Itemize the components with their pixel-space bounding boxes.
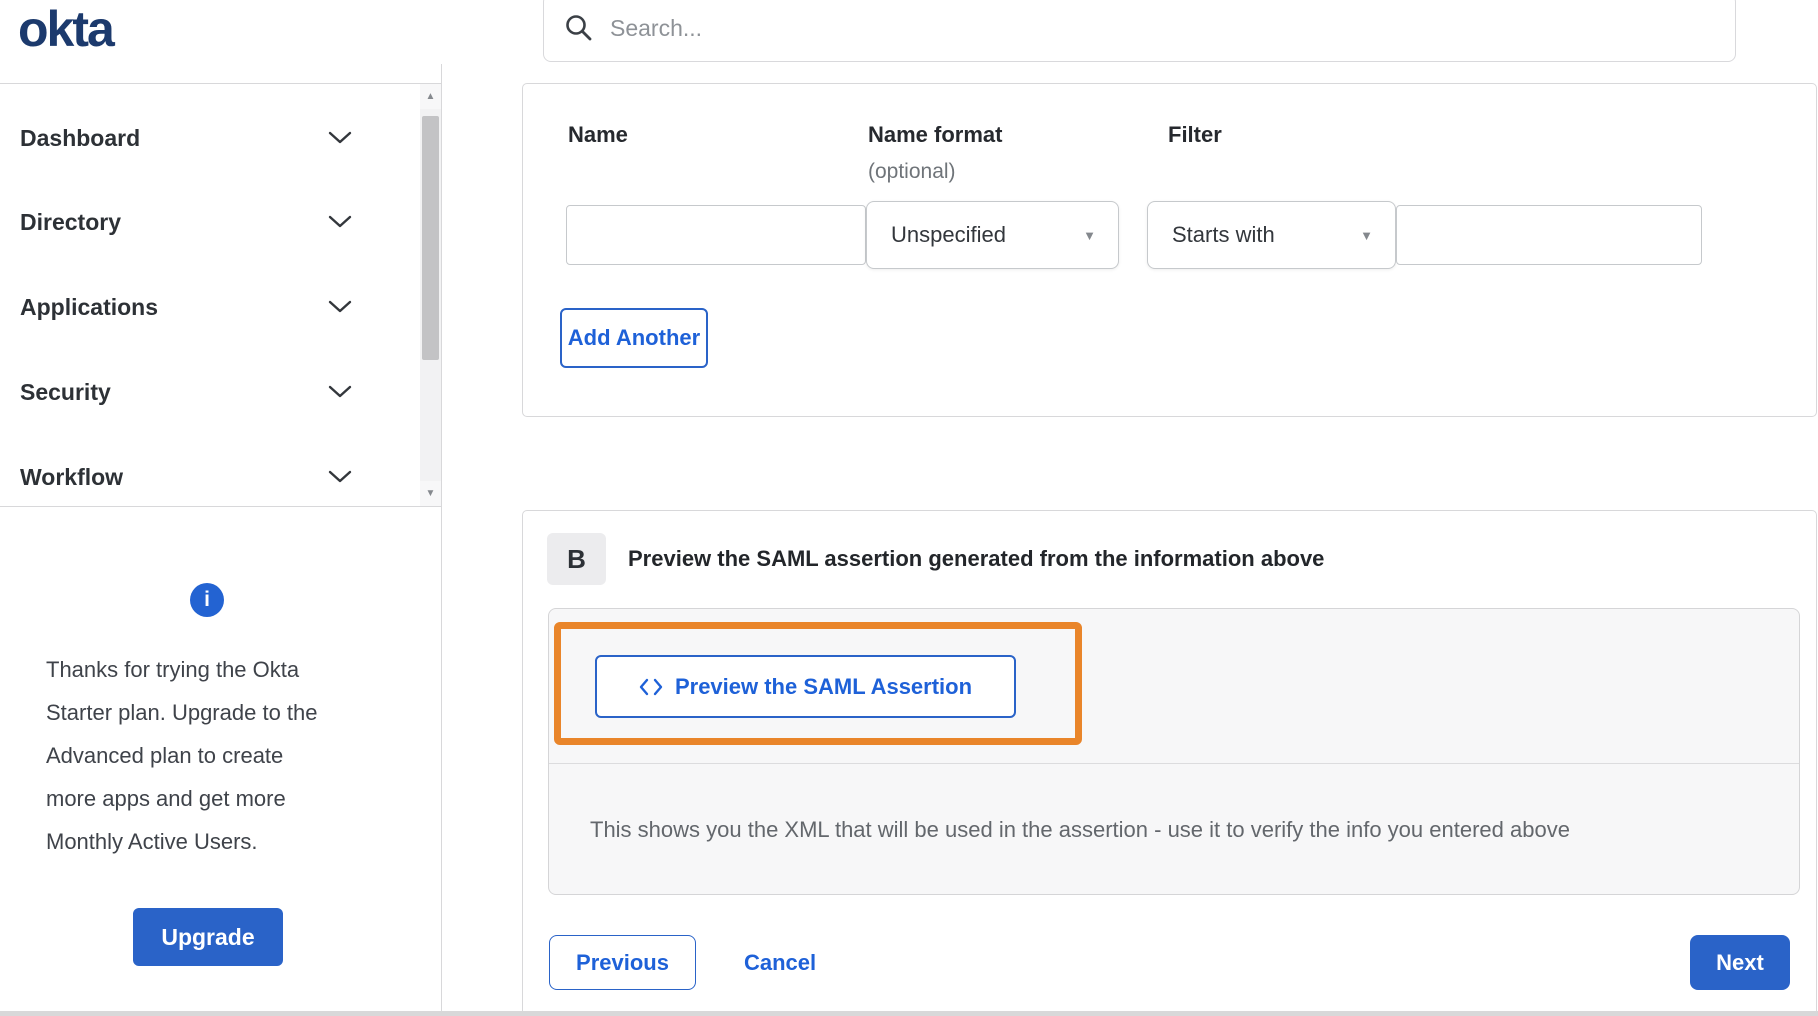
chevron-down-icon [328, 385, 352, 398]
name-format-select[interactable]: Unspecified ▼ [866, 201, 1119, 269]
bottom-scrollbar-strip [0, 1011, 1818, 1016]
dropdown-caret-icon: ▼ [1360, 227, 1373, 243]
chevron-down-icon [328, 131, 352, 144]
chevron-down-icon [328, 300, 352, 313]
sidebar-item-workflow[interactable]: Workflow [0, 452, 410, 502]
scroll-up-arrow[interactable]: ▲ [420, 84, 441, 109]
sidebar-item-directory[interactable]: Directory [0, 197, 410, 247]
sidebar-item-dashboard[interactable]: Dashboard [0, 113, 410, 163]
add-another-button[interactable]: Add Another [560, 308, 708, 368]
step-b-badge: B [547, 533, 606, 585]
menu-top-border [0, 83, 442, 84]
sidebar-item-label: Directory [20, 208, 121, 235]
upgrade-note: Thanks for trying the Okta Starter plan.… [46, 657, 318, 854]
filter-value-input[interactable] [1396, 205, 1702, 265]
chevron-down-icon [328, 470, 352, 483]
preview-panel-bottom: This shows you the XML that will be used… [549, 764, 1799, 895]
name-format-optional-label: (optional) [868, 160, 956, 183]
code-icon [639, 678, 663, 695]
sidebar-item-security[interactable]: Security [0, 367, 410, 417]
chevron-down-icon [328, 215, 352, 228]
next-button[interactable]: Next [1690, 935, 1790, 990]
name-format-selected-value: Unspecified [891, 222, 1006, 247]
name-column-label: Name [568, 122, 628, 147]
info-icon: i [190, 583, 224, 617]
section-b-header: B Preview the SAML assertion generated f… [547, 533, 1324, 585]
filter-column-label: Filter [1168, 122, 1222, 147]
cancel-button[interactable]: Cancel [744, 935, 816, 990]
sidebar-item-label: Dashboard [20, 124, 141, 151]
okta-logo: okta [18, 1, 115, 57]
okta-admin-console: okta Dashboard Directory Applications Se… [0, 0, 1818, 1016]
upgrade-button[interactable]: Upgrade [133, 908, 283, 966]
search-icon [566, 15, 592, 41]
preview-description: This shows you the XML that will be used… [590, 816, 1570, 842]
scroll-down-arrow[interactable]: ▼ [420, 481, 441, 506]
menu-bottom-border [0, 506, 442, 507]
sidebar-scrollbar-thumb[interactable] [422, 116, 439, 360]
attribute-name-input[interactable] [566, 205, 866, 265]
sidebar-divider [441, 64, 442, 1011]
preview-saml-button-label: Preview the SAML Assertion [674, 673, 973, 699]
sidebar-item-label: Applications [20, 293, 159, 320]
preview-panel-top: Preview the SAML Assertion [549, 609, 1799, 764]
sidebar-item-label: Security [20, 378, 111, 405]
sidebar-item-label: Workflow [20, 463, 124, 490]
filter-type-select[interactable]: Starts with ▼ [1147, 201, 1396, 269]
dropdown-caret-icon: ▼ [1083, 227, 1096, 243]
sidebar-item-applications[interactable]: Applications [0, 282, 410, 332]
filter-selected-value: Starts with [1172, 222, 1275, 247]
search-input[interactable] [610, 8, 1610, 48]
global-search[interactable] [543, 0, 1736, 62]
saml-preview-panel: Preview the SAML Assertion This shows yo… [548, 608, 1800, 895]
section-b-title: Preview the SAML assertion generated fro… [628, 546, 1325, 571]
preview-saml-assertion-button[interactable]: Preview the SAML Assertion [595, 655, 1016, 718]
name-format-column-label: Name format [868, 122, 1003, 147]
previous-button[interactable]: Previous [549, 935, 696, 990]
